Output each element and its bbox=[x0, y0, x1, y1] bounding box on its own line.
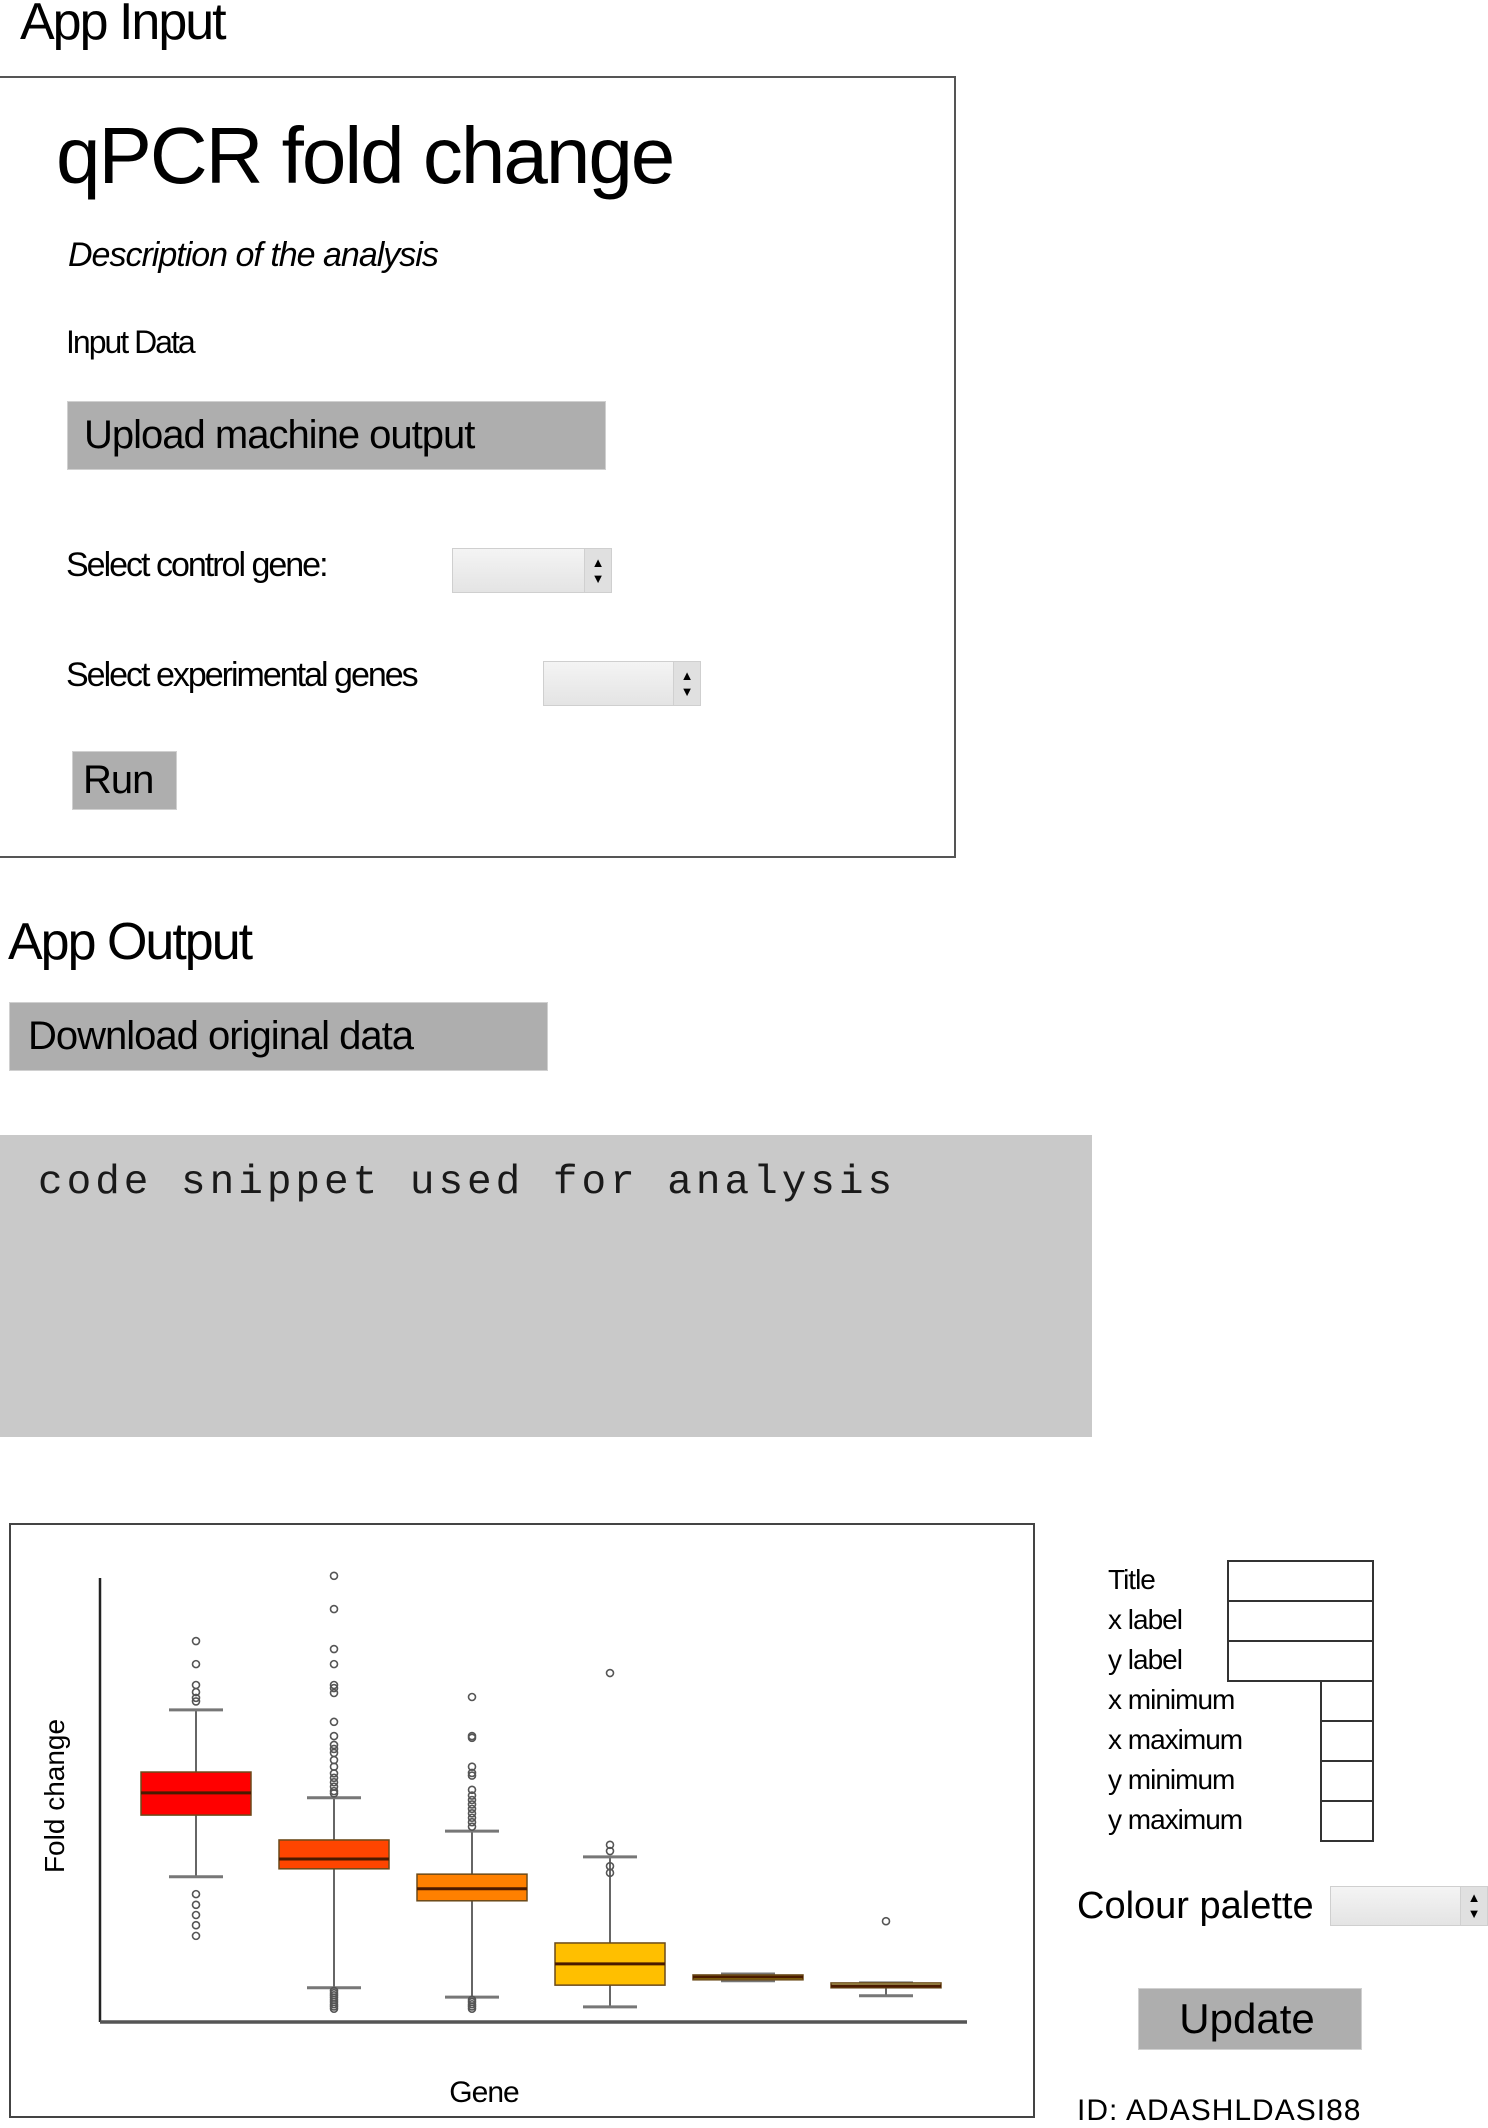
chart-marks bbox=[140, 1571, 942, 2013]
plot-field-label: y minimum bbox=[1108, 1764, 1235, 1795]
boxplot-chart: Fold change Gene bbox=[39, 1571, 967, 2109]
outlier-point bbox=[191, 1900, 201, 1910]
plot-field-label: x minimum bbox=[1108, 1684, 1235, 1715]
plot-field-input-y-minimum[interactable] bbox=[1320, 1760, 1374, 1802]
outlier-point bbox=[191, 1910, 201, 1920]
outlier-point bbox=[191, 1636, 201, 1646]
plot-field-label: y maximum bbox=[1108, 1804, 1243, 1835]
outlier-point bbox=[605, 1668, 615, 1678]
outlier-point bbox=[329, 1731, 339, 1741]
arrow-up-icon[interactable]: ▲ bbox=[1468, 1890, 1481, 1906]
x-axis-label: Gene bbox=[449, 2076, 519, 2109]
arrow-down-icon[interactable]: ▼ bbox=[1468, 1906, 1481, 1922]
plot-field-input-x-maximum[interactable] bbox=[1320, 1720, 1374, 1762]
box-iqr-2 bbox=[278, 1839, 390, 1870]
plot-field-input-x-label[interactable] bbox=[1227, 1600, 1374, 1642]
plot-field-input-y-maximum[interactable] bbox=[1320, 1800, 1374, 1842]
outlier-point bbox=[329, 1571, 339, 1581]
update-button[interactable]: Update bbox=[1138, 1988, 1362, 2050]
colour-palette-label: Colour palette bbox=[1077, 1885, 1314, 1927]
colour-palette-select[interactable]: ▲ ▼ bbox=[1330, 1886, 1488, 1926]
outlier-point bbox=[467, 1692, 477, 1702]
plot-field-label: x maximum bbox=[1108, 1724, 1243, 1755]
outlier-point bbox=[191, 1931, 201, 1941]
outlier-point bbox=[467, 1822, 477, 1831]
outlier-point bbox=[329, 1644, 339, 1654]
plot-field-input-x-minimum[interactable] bbox=[1320, 1680, 1374, 1722]
outlier-point bbox=[329, 1688, 339, 1698]
outlier-point bbox=[191, 1889, 201, 1899]
outlier-point bbox=[329, 1659, 339, 1669]
outlier-point bbox=[191, 1680, 201, 1690]
plot-field-label: Title bbox=[1108, 1564, 1156, 1595]
spinner-arrows[interactable]: ▲ ▼ bbox=[1460, 1887, 1487, 1925]
outlier-point bbox=[191, 1920, 201, 1930]
session-id-text: ID: ADASHLDASI88 bbox=[1077, 2094, 1362, 2127]
outlier-point bbox=[881, 1916, 891, 1926]
plot-field-input-y-label[interactable] bbox=[1227, 1640, 1374, 1682]
y-axis-label: Fold change bbox=[39, 1719, 70, 1873]
plot-field-input-Title[interactable] bbox=[1227, 1560, 1374, 1602]
outlier-point bbox=[329, 1717, 339, 1727]
outlier-point bbox=[329, 1604, 339, 1614]
plot-field-label: y label bbox=[1108, 1644, 1183, 1675]
outlier-point bbox=[191, 1659, 201, 1669]
plot-field-label: x label bbox=[1108, 1604, 1183, 1635]
